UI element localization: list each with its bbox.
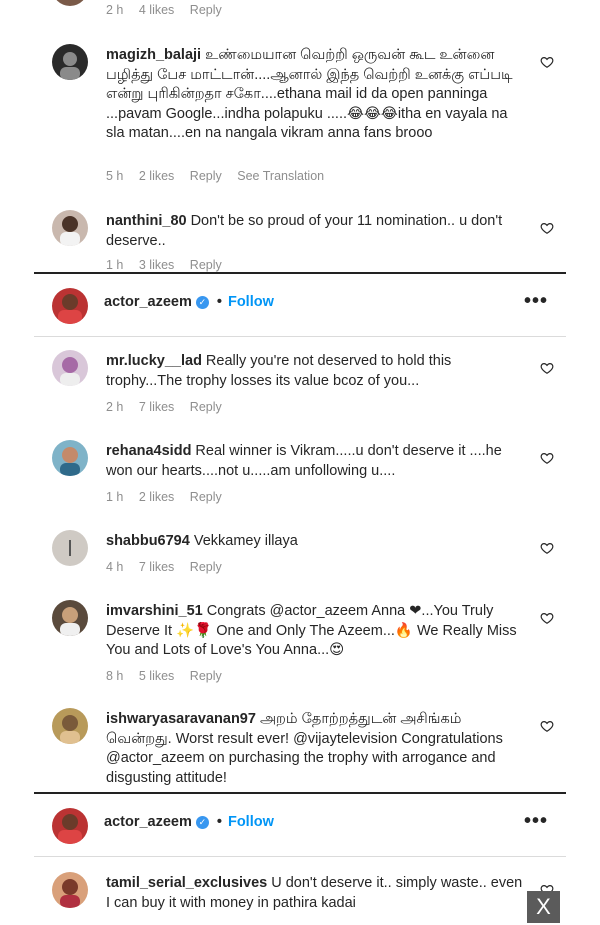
post-username[interactable]: actor_azeem (104, 294, 192, 310)
comment-likes[interactable]: 2 likes (139, 169, 174, 183)
more-options-icon[interactable]: ••• (524, 291, 548, 311)
reply-link[interactable]: Reply (190, 258, 222, 272)
divider (34, 856, 566, 857)
comment-likes[interactable]: 3 likes (139, 258, 174, 272)
heart-outline-icon[interactable] (540, 55, 554, 69)
comment-text: tamil_serial_exclusives U don't deserve i… (106, 874, 526, 913)
comment-username[interactable]: mr.lucky__lad (106, 353, 202, 369)
comment-text: shabbu6794 Vekkamey illaya (106, 532, 526, 552)
comment-likes[interactable]: 2 likes (139, 490, 174, 504)
heart-outline-icon[interactable] (540, 719, 554, 733)
verified-badge-icon: ✓ (195, 816, 209, 829)
avatar[interactable] (52, 440, 88, 476)
comments-card-3: actor_azeem ✓ • Follow ••• tamil_serial_ex… (34, 794, 566, 925)
separator-dot: • (216, 814, 222, 830)
comment-time: 2 h (106, 400, 124, 414)
avatar[interactable] (52, 0, 88, 6)
comment-meta: 8 h 5 likes Reply (106, 669, 234, 683)
separator-dot: • (216, 294, 222, 310)
comment-text: mr.lucky__lad Really you're not deserved … (106, 352, 526, 391)
post-username[interactable]: actor_azeem (104, 814, 192, 830)
comment-time: 1 h (106, 258, 124, 272)
comment-time: 1 h (106, 490, 124, 504)
comment-text: imvarshini_51 Congrats @actor_azeem Anna … (106, 602, 526, 661)
avatar[interactable] (52, 808, 88, 844)
reply-link[interactable]: Reply (190, 3, 222, 17)
comment-time: 8 h (106, 669, 124, 683)
comment-text: ishwaryasaravanan97 அறம் தோற்றத்துடன் அசி… (106, 710, 526, 788)
post-header-text: actor_azeem ✓ • Follow (104, 814, 274, 830)
comment-meta: 1 h 2 likes Reply (106, 490, 234, 504)
comment-body: Vekkamey illaya (193, 533, 298, 549)
comment-likes[interactable]: 7 likes (139, 400, 174, 414)
divider (34, 336, 566, 337)
comment-text: rehana4sidd Real winner is Vikram.....u d… (106, 442, 526, 481)
avatar[interactable] (52, 872, 88, 908)
heart-outline-icon[interactable] (540, 221, 554, 235)
avatar[interactable] (52, 600, 88, 636)
see-translation-link[interactable]: See Translation (237, 169, 324, 183)
close-button[interactable]: X (527, 891, 560, 923)
comments-card-2: actor_azeem ✓ • Follow ••• mr.lucky__lad Re… (34, 274, 566, 792)
comments-card-1: 2 h 4 likes Reply magizh_balaji உண்மையான … (34, 0, 566, 272)
avatar[interactable] (52, 44, 88, 80)
comment-username[interactable]: magizh_balaji (106, 47, 201, 63)
follow-button[interactable]: Follow (228, 814, 274, 830)
reply-link[interactable]: Reply (190, 560, 222, 574)
comment-text: nanthini_80 Don't be so proud of your 11 … (106, 212, 526, 251)
reply-link[interactable]: Reply (190, 400, 222, 414)
comment-likes[interactable]: 4 likes (139, 3, 174, 17)
reply-link[interactable]: Reply (190, 169, 222, 183)
post-header: actor_azeem ✓ • Follow ••• (34, 794, 566, 852)
comment-meta: 4 h 7 likes Reply (106, 560, 234, 574)
avatar[interactable] (52, 350, 88, 386)
more-options-icon[interactable]: ••• (524, 811, 548, 831)
verified-badge-icon: ✓ (195, 296, 209, 309)
comment-meta: 2 h 4 likes Reply (106, 3, 234, 17)
comment-username[interactable]: imvarshini_51 (106, 603, 203, 619)
follow-button[interactable]: Follow (228, 294, 274, 310)
comment-meta: 5 h 2 likes Reply See Translation (106, 169, 336, 183)
post-header: actor_azeem ✓ • Follow ••• (34, 274, 566, 332)
avatar[interactable] (52, 210, 88, 246)
comment-meta: 2 h 7 likes Reply (106, 400, 234, 414)
heart-outline-icon[interactable] (540, 361, 554, 375)
comment-username[interactable]: nanthini_80 (106, 213, 187, 229)
comment-username[interactable]: tamil_serial_exclusives (106, 875, 267, 891)
comment-username[interactable]: shabbu6794 (106, 533, 190, 549)
heart-outline-icon[interactable] (540, 611, 554, 625)
comment-time: 2 h (106, 3, 124, 17)
reply-link[interactable]: Reply (190, 490, 222, 504)
comment-username[interactable]: ishwaryasaravanan97 (106, 711, 256, 727)
avatar[interactable] (52, 288, 88, 324)
comment-likes[interactable]: 7 likes (139, 560, 174, 574)
heart-outline-icon[interactable] (540, 451, 554, 465)
comment-likes[interactable]: 5 likes (139, 669, 174, 683)
heart-outline-icon[interactable] (540, 541, 554, 555)
post-header-text: actor_azeem ✓ • Follow (104, 294, 274, 310)
avatar[interactable] (52, 530, 88, 566)
comment-username[interactable]: rehana4sidd (106, 443, 191, 459)
reply-link[interactable]: Reply (190, 669, 222, 683)
avatar[interactable] (52, 708, 88, 744)
comment-text: magizh_balaji உண்மையான வெற்றி ஒருவன் கூட … (106, 46, 526, 144)
comment-meta: 1 h 3 likes Reply (106, 258, 234, 272)
comment-time: 5 h (106, 169, 124, 183)
comment-time: 4 h (106, 560, 124, 574)
